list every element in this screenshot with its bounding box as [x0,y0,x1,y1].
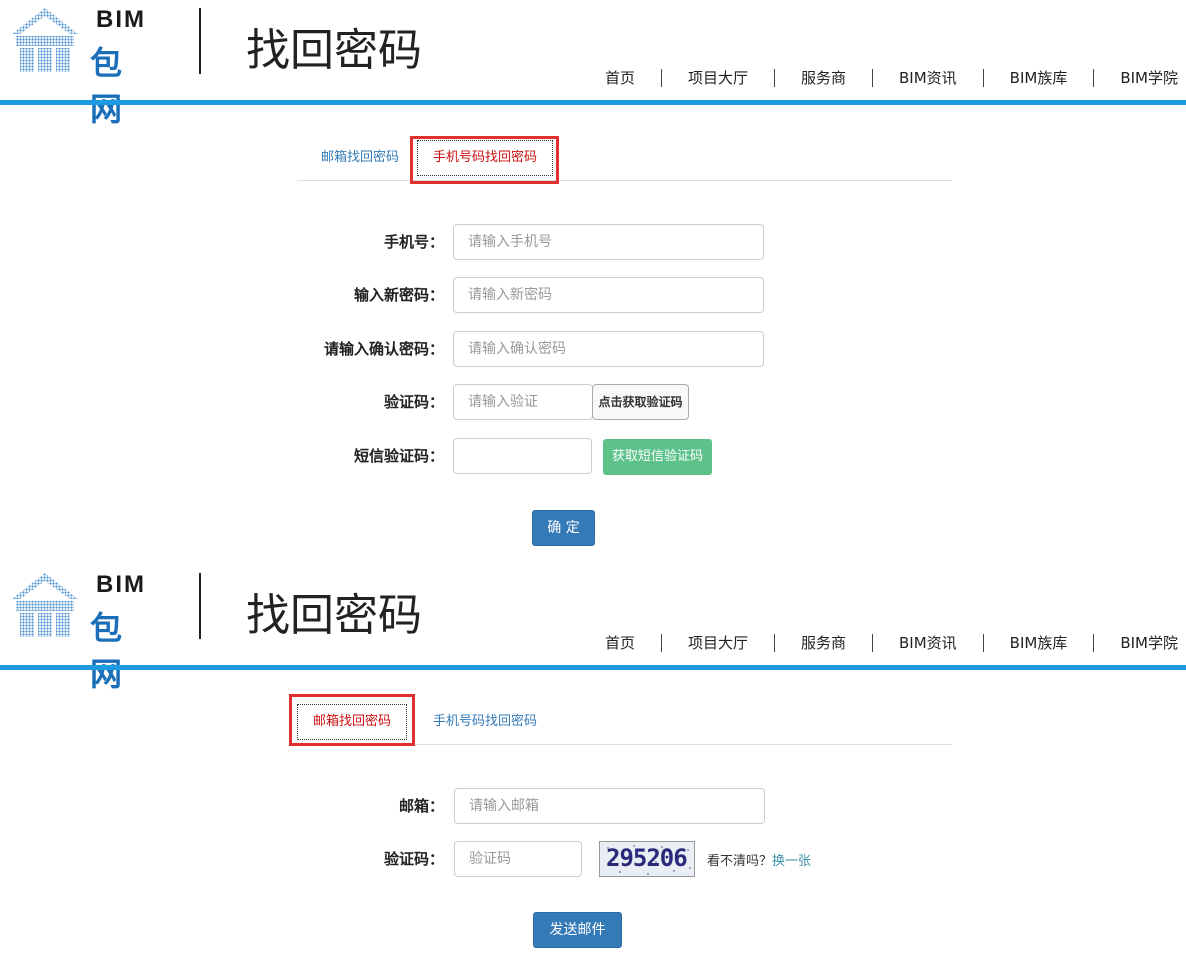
tab-highlight-box [289,694,415,746]
logo-bao-text: 包网 [90,609,124,693]
tab-email-recovery[interactable]: 邮箱找回密码 [305,136,415,180]
captcha-label: 验证码： [383,393,444,411]
new-password-row: 输入新密码： [0,277,1186,313]
new-password-input[interactable] [453,277,764,313]
nav-providers[interactable]: 服务商 [775,68,872,88]
logo-building-icon [12,8,78,72]
nav-providers[interactable]: 服务商 [775,633,872,653]
phone-label: 手机号： [383,233,444,251]
page-title: 找回密码 [246,25,422,76]
email-recovery-screen: BIM 包网 找回密码 首页 项目大厅 服务商 BIM资讯 BIM族库 BIM学… [0,565,1186,953]
nav-academy[interactable]: BIM学院 [1094,633,1178,653]
captcha-input[interactable] [453,384,593,420]
captcha-row: 验证码： 295206 看不清吗？换一张 [0,841,1186,877]
header-divider [199,8,201,74]
main-nav: 首页 项目大厅 服务商 BIM资讯 BIM族库 BIM学院 [579,68,1178,88]
logo-bao-text: 包网 [90,44,124,128]
captcha-input[interactable] [454,841,582,877]
captcha-text: 295206 [606,844,688,872]
nav-library[interactable]: BIM族库 [984,633,1094,653]
email-row: 邮箱： [0,788,1186,824]
new-password-label: 输入新密码： [353,286,444,304]
nav-home[interactable]: 首页 [579,68,661,88]
captcha-hint: 看不清吗？换一张 [707,850,811,869]
captcha-row: 验证码： 点击获取验证码 [0,384,1186,420]
confirm-button[interactable]: 确 定 [532,510,595,546]
site-header: BIM 包网 找回密码 首页 项目大厅 服务商 BIM资讯 BIM族库 BIM学… [0,0,1186,128]
nav-home[interactable]: 首页 [579,633,661,653]
nav-news[interactable]: BIM资讯 [873,633,983,653]
confirm-password-input[interactable] [453,331,764,367]
nav-projects[interactable]: 项目大厅 [662,633,774,653]
nav-library[interactable]: BIM族库 [984,68,1094,88]
confirm-password-label: 请输入确认密码： [323,340,444,358]
phone-row: 手机号： [0,224,1186,260]
send-email-button[interactable]: 发送邮件 [533,912,622,948]
tab-highlight-box [410,136,559,184]
site-logo[interactable]: BIM 包网 [10,571,150,693]
phone-input[interactable] [453,224,764,260]
site-logo[interactable]: BIM 包网 [10,6,150,128]
confirm-password-row: 请输入确认密码： [0,331,1186,367]
sms-row: 短信验证码： 获取短信验证码 [0,438,1186,475]
site-header: BIM 包网 找回密码 首页 项目大厅 服务商 BIM资讯 BIM族库 BIM学… [0,565,1186,693]
logo-bim-text: BIM [96,6,146,33]
email-label: 邮箱： [398,797,444,815]
email-input[interactable] [454,788,765,824]
captcha-hint-text: 看不清吗？ [707,854,773,869]
logo-bim-text: BIM [96,571,146,598]
main-nav: 首页 项目大厅 服务商 BIM资讯 BIM族库 BIM学院 [579,633,1178,653]
header-accent-bar [0,100,1186,105]
refresh-captcha-link[interactable]: 换一张 [772,854,811,869]
header-accent-bar [0,665,1186,670]
get-sms-code-button[interactable]: 获取短信验证码 [603,439,712,475]
recovery-tabs: 邮箱找回密码 手机号码找回密码 [297,136,952,184]
tab-phone-recovery[interactable]: 手机号码找回密码 [413,700,557,744]
header-divider [199,573,201,639]
sms-label: 短信验证码： [353,447,444,465]
captcha-image[interactable]: 295206 [599,841,695,877]
phone-recovery-screen: BIM 包网 找回密码 首页 项目大厅 服务商 BIM资讯 BIM族库 BIM学… [0,0,1186,560]
captcha-label: 验证码： [383,850,444,868]
nav-academy[interactable]: BIM学院 [1094,68,1178,88]
nav-projects[interactable]: 项目大厅 [662,68,774,88]
nav-news[interactable]: BIM资讯 [873,68,983,88]
recovery-tabs: 邮箱找回密码 手机号码找回密码 [289,694,952,746]
get-captcha-button[interactable]: 点击获取验证码 [592,384,689,420]
logo-building-icon [12,573,78,637]
sms-code-input[interactable] [453,438,592,474]
page-title: 找回密码 [246,590,422,641]
